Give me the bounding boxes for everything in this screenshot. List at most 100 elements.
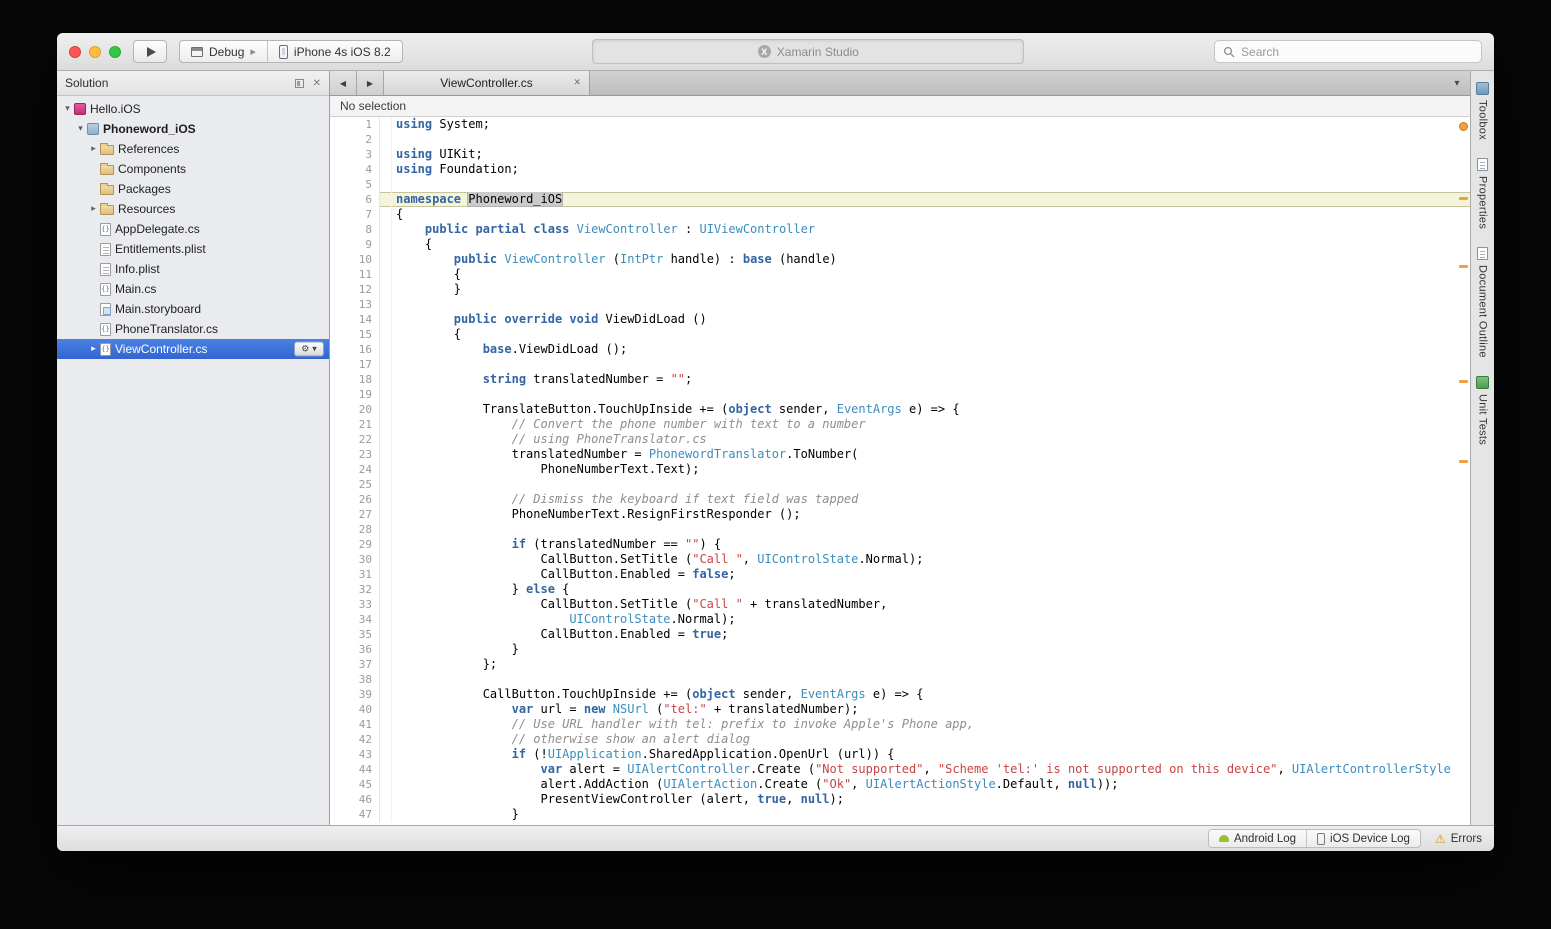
code-text[interactable]: };: [392, 657, 1470, 672]
code-text[interactable]: public partial class ViewController : UI…: [392, 222, 1470, 237]
tree-item-hello-ios[interactable]: ▾Hello.iOS: [57, 99, 329, 119]
tree-item-main-cs[interactable]: Main.cs: [57, 279, 329, 299]
line-number: 13: [330, 297, 380, 312]
tree-item-main-storyboard[interactable]: Main.storyboard: [57, 299, 329, 319]
configuration-dropdown[interactable]: Debug ▸: [180, 41, 267, 62]
tree-item-viewcontroller-cs[interactable]: ▸ViewController.cs⚙ ▾: [57, 339, 329, 359]
panel-tab-toolbox[interactable]: Toolbox: [1476, 77, 1489, 153]
quick-task-marker[interactable]: [1459, 460, 1468, 463]
run-button[interactable]: [133, 40, 167, 63]
code-text[interactable]: {: [392, 327, 1470, 342]
panel-tab-properties[interactable]: Properties: [1477, 153, 1489, 242]
tree-item-appdelegate-cs[interactable]: AppDelegate.cs: [57, 219, 329, 239]
code-text[interactable]: }: [392, 807, 1470, 822]
expand-arrow-icon[interactable]: ▸: [87, 344, 100, 354]
errors-button[interactable]: ⚠ Errors: [1435, 833, 1482, 845]
panel-tab-unit-tests[interactable]: Unit Tests: [1476, 371, 1489, 458]
quick-task-marker[interactable]: [1459, 197, 1468, 200]
minimize-window-button[interactable]: [89, 46, 101, 58]
dock-pad-icon[interactable]: [295, 79, 304, 88]
code-text[interactable]: [392, 177, 1470, 192]
search-input[interactable]: [1241, 45, 1473, 59]
code-text[interactable]: base.ViewDidLoad ();: [392, 342, 1470, 357]
panel-tab-document-outline[interactable]: Document Outline: [1477, 242, 1489, 371]
code-text[interactable]: string translatedNumber = "";: [392, 372, 1470, 387]
tree-item-entitlements-plist[interactable]: Entitlements.plist: [57, 239, 329, 259]
code-text[interactable]: if (translatedNumber == "") {: [392, 537, 1470, 552]
code-text[interactable]: // using PhoneTranslator.cs: [392, 432, 1470, 447]
line-number: 17: [330, 357, 380, 372]
code-text[interactable]: CallButton.Enabled = true;: [392, 627, 1470, 642]
zoom-window-button[interactable]: [109, 46, 121, 58]
code-text[interactable]: // otherwise show an alert dialog: [392, 732, 1470, 747]
code-text[interactable]: if (!UIApplication.SharedApplication.Ope…: [392, 747, 1470, 762]
quick-task-marker[interactable]: [1459, 265, 1468, 268]
navigate-forward-button[interactable]: ▶: [357, 71, 384, 95]
close-tab-icon[interactable]: ✕: [573, 78, 581, 88]
close-window-button[interactable]: [69, 46, 81, 58]
tree-item-resources[interactable]: ▸Resources: [57, 199, 329, 219]
code-text[interactable]: [392, 387, 1470, 402]
code-text[interactable]: }: [392, 282, 1470, 297]
collapse-arrow-icon[interactable]: ▾: [61, 104, 74, 114]
tree-item-info-plist[interactable]: Info.plist: [57, 259, 329, 279]
code-text[interactable]: UIControlState.Normal);: [392, 612, 1470, 627]
right-panel-tabstrip: Toolbox Properties Document Outline Unit…: [1470, 71, 1494, 825]
code-text[interactable]: {: [392, 237, 1470, 252]
device-dropdown[interactable]: iPhone 4s iOS 8.2: [267, 41, 402, 62]
code-text[interactable]: using System;: [392, 117, 1470, 132]
code-text[interactable]: [392, 132, 1470, 147]
code-text[interactable]: [392, 297, 1470, 312]
code-text[interactable]: CallButton.SetTitle ("Call ", UIControlS…: [392, 552, 1470, 567]
keyword-token: if: [512, 747, 526, 761]
code-text[interactable]: {: [392, 267, 1470, 282]
navigate-back-button[interactable]: ◀: [330, 71, 357, 95]
code-text[interactable]: alert.AddAction (UIAlertAction.Create ("…: [392, 777, 1470, 792]
code-editor[interactable]: 1using System;23using UIKit;4using Found…: [330, 117, 1470, 825]
code-text[interactable]: CallButton.SetTitle ("Call " + translate…: [392, 597, 1470, 612]
code-text[interactable]: [392, 672, 1470, 687]
expand-arrow-icon[interactable]: ▸: [87, 204, 100, 214]
tree-item-phoneword-ios[interactable]: ▾Phoneword_iOS: [57, 119, 329, 139]
code-text[interactable]: CallButton.Enabled = false;: [392, 567, 1470, 582]
breadcrumb[interactable]: No selection: [330, 96, 1470, 117]
android-log-button[interactable]: Android Log: [1209, 830, 1306, 847]
tab-viewcontroller-cs[interactable]: ViewController.cs ✕: [384, 71, 590, 95]
quick-task-marker[interactable]: [1459, 380, 1468, 383]
tab-list-dropdown-icon[interactable]: ▾: [1444, 71, 1470, 95]
code-text[interactable]: [392, 522, 1470, 537]
tree-item-phonetranslator-cs[interactable]: PhoneTranslator.cs: [57, 319, 329, 339]
code-text[interactable]: var alert = UIAlertController.Create ("N…: [392, 762, 1470, 777]
code-text[interactable]: CallButton.TouchUpInside += (object send…: [392, 687, 1470, 702]
code-text[interactable]: // Use URL handler with tel: prefix to i…: [392, 717, 1470, 732]
code-text[interactable]: PresentViewController (alert, true, null…: [392, 792, 1470, 807]
code-text[interactable]: namespace Phoneword_iOS: [392, 192, 1470, 207]
code-text[interactable]: }: [392, 642, 1470, 657]
code-text[interactable]: // Dismiss the keyboard if text field wa…: [392, 492, 1470, 507]
tree-item-references[interactable]: ▸References: [57, 139, 329, 159]
ios-device-log-button[interactable]: iOS Device Log: [1306, 830, 1420, 847]
close-pad-icon[interactable]: ✕: [313, 78, 321, 89]
collapse-arrow-icon[interactable]: ▾: [74, 124, 87, 134]
code-text[interactable]: translatedNumber = PhonewordTranslator.T…: [392, 447, 1470, 462]
code-text[interactable]: using Foundation;: [392, 162, 1470, 177]
keyword-token: public override void: [454, 312, 599, 326]
code-text[interactable]: public ViewController (IntPtr handle) : …: [392, 252, 1470, 267]
tree-item-packages[interactable]: Packages: [57, 179, 329, 199]
code-text[interactable]: TranslateButton.TouchUpInside += (object…: [392, 402, 1470, 417]
code-text[interactable]: [392, 477, 1470, 492]
analysis-status-icon[interactable]: [1459, 122, 1468, 131]
tree-item-components[interactable]: Components: [57, 159, 329, 179]
code-text[interactable]: using UIKit;: [392, 147, 1470, 162]
code-text[interactable]: {: [392, 207, 1470, 222]
code-text[interactable]: PhoneNumberText.Text);: [392, 462, 1470, 477]
code-text[interactable]: PhoneNumberText.ResignFirstResponder ();: [392, 507, 1470, 522]
expand-arrow-icon[interactable]: ▸: [87, 144, 100, 154]
code-text[interactable]: [392, 357, 1470, 372]
search-field[interactable]: [1214, 40, 1482, 63]
code-text[interactable]: } else {: [392, 582, 1470, 597]
code-text[interactable]: public override void ViewDidLoad (): [392, 312, 1470, 327]
code-text[interactable]: var url = new NSUrl ("tel:" + translated…: [392, 702, 1470, 717]
item-options-gear-button[interactable]: ⚙ ▾: [294, 342, 324, 357]
code-text[interactable]: // Convert the phone number with text to…: [392, 417, 1470, 432]
